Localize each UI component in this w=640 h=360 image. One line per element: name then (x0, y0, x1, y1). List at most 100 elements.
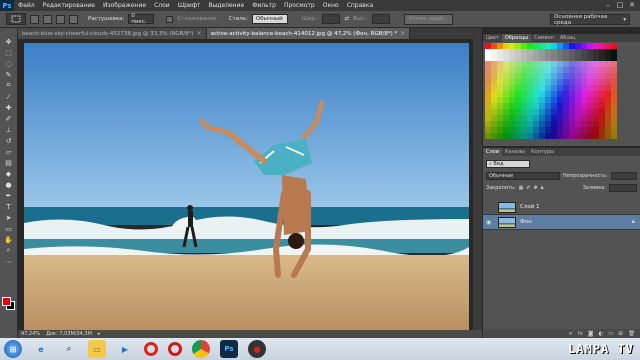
swatch-grid[interactable] (485, 43, 617, 143)
blend-mode-value: Обычные (489, 173, 514, 179)
menu-edit[interactable]: Редактирование (39, 2, 99, 9)
refine-edge-button[interactable]: Уточн. край... (403, 13, 454, 25)
more-tools-icon[interactable]: ⋯ (2, 256, 16, 267)
menu-type[interactable]: Шрифт (174, 2, 205, 9)
close-icon[interactable]: × (400, 30, 405, 37)
add-selection-button[interactable] (43, 14, 52, 24)
width-input[interactable] (322, 14, 341, 24)
menu-view[interactable]: Просмотр (280, 2, 319, 9)
status-menu-icon[interactable]: ▸ (98, 331, 101, 337)
tab-paragraph[interactable]: Абзац (557, 34, 579, 42)
opacity-input[interactable] (610, 172, 637, 180)
tab-channels[interactable]: Каналы (502, 148, 528, 156)
menu-image[interactable]: Изображение (99, 2, 150, 9)
eye-icon[interactable]: ◉ (486, 219, 494, 226)
layer-item-layer1[interactable]: Слой 1 (483, 200, 640, 215)
foreground-color-swatch[interactable] (2, 297, 11, 306)
menu-filter[interactable]: Фильтр (248, 2, 280, 9)
photoshop-taskbar-icon[interactable]: Ps (220, 340, 238, 358)
minimize-icon[interactable]: – (602, 0, 614, 10)
type-tool-icon[interactable]: T (2, 201, 16, 212)
lock-move-icon[interactable]: ✥ (534, 185, 538, 191)
canvas-area[interactable] (18, 39, 482, 330)
adjustment-layer-icon[interactable]: ◐ (598, 331, 603, 337)
recorder-icon[interactable]: ● (248, 340, 266, 358)
tab-swatches[interactable]: Образцы (501, 34, 532, 42)
close-icon[interactable]: × (197, 30, 202, 37)
chrome-icon[interactable] (192, 340, 210, 358)
color-swatch[interactable] (611, 133, 617, 139)
move-tool-icon[interactable]: ✥ (2, 36, 16, 47)
marquee-icon (11, 15, 21, 23)
close-icon[interactable]: ✕ (626, 0, 638, 10)
tab-character[interactable]: Символ (531, 34, 557, 42)
opera-icon[interactable] (144, 342, 158, 356)
tool-preset-picker[interactable] (6, 13, 26, 25)
link-layers-icon[interactable]: ∞ (568, 331, 573, 337)
tab-paths[interactable]: Контуры (528, 148, 557, 156)
menu-help[interactable]: Справка (343, 2, 377, 9)
style-select[interactable]: Обычный (251, 14, 288, 24)
layers-panel: Слои Каналы Контуры ⌕ Вид Обычные Непроз… (482, 148, 640, 338)
new-selection-button[interactable] (30, 14, 39, 24)
antialias-checkbox[interactable] (166, 15, 174, 23)
document-size: Док: 7,03M/34,3M (46, 331, 92, 337)
eyedropper-tool-icon[interactable]: ⁄ (2, 91, 16, 102)
layer-style-icon[interactable]: fx (578, 331, 583, 337)
doc-tab-1[interactable]: beach-blue-sky-cheerful-clouds-452738.jp… (18, 28, 207, 39)
lock-brush-icon[interactable]: ✐ (526, 185, 530, 191)
panel-collapse-strip[interactable] (473, 28, 482, 338)
marquee-tool-icon[interactable]: ⬚ (2, 47, 16, 58)
blend-mode-select[interactable]: Обычные (486, 172, 560, 180)
path-select-tool-icon[interactable]: ➤ (2, 212, 16, 223)
gradient-tool-icon[interactable]: ▤ (2, 157, 16, 168)
workspace-select[interactable]: Основная рабочая среда ▾ (550, 14, 630, 26)
dodge-tool-icon[interactable]: ● (2, 179, 16, 190)
new-layer-icon[interactable]: ⊞ (618, 331, 623, 337)
layer-kind-select[interactable]: ⌕ Вид (486, 160, 530, 168)
start-button-icon[interactable]: ⊞ (4, 340, 22, 358)
add-mask-icon[interactable]: ◙ (588, 331, 593, 337)
media-player-icon[interactable]: ▶ (116, 340, 134, 358)
ie-icon[interactable]: e (32, 340, 50, 358)
trash-icon[interactable]: 🗑︎ (628, 331, 635, 337)
maximize-icon[interactable]: □ (614, 0, 626, 10)
layer-item-background[interactable]: ◉ Фон 🔒︎ (483, 215, 640, 230)
layers-footer: ∞ fx ◙ ◐ ▭ ⊞ 🗑︎ (483, 329, 640, 338)
quick-select-tool-icon[interactable]: ✎ (2, 69, 16, 80)
feather-input[interactable]: 0 пикс. (128, 13, 155, 25)
lasso-tool-icon[interactable]: ◌ (2, 58, 16, 69)
swap-icon[interactable]: ⇄ (344, 16, 349, 22)
folder-icon[interactable]: ▭ (88, 340, 106, 358)
lock-pixels-icon[interactable]: ▦ (519, 185, 524, 191)
pen-tool-icon[interactable]: ✒ (2, 190, 16, 201)
zoom-tool-icon[interactable]: ⌕ (2, 245, 16, 256)
document-image[interactable] (24, 43, 469, 330)
clone-stamp-tool-icon[interactable]: ⊥ (2, 124, 16, 135)
blur-tool-icon[interactable]: ◆ (2, 168, 16, 179)
brush-tool-icon[interactable]: ✐ (2, 113, 16, 124)
tab-layers[interactable]: Слои (483, 148, 502, 156)
doc-tab-2[interactable]: active-activity-balance-beach-414012.jpg… (206, 28, 411, 39)
menu-window[interactable]: Окно (319, 2, 343, 9)
tab-color[interactable]: Цвет (483, 34, 502, 42)
zoom-level[interactable]: 47,24% (21, 331, 40, 337)
new-group-icon[interactable]: ▭ (608, 331, 613, 337)
height-input[interactable] (371, 14, 390, 24)
eraser-tool-icon[interactable]: ▱ (2, 146, 16, 157)
menu-file[interactable]: Файл (14, 2, 39, 9)
menu-select[interactable]: Выделение (204, 2, 248, 9)
search-icon[interactable]: ⌕ (60, 340, 78, 358)
shape-tool-icon[interactable]: ▭ (2, 223, 16, 234)
subtract-selection-button[interactable] (56, 14, 65, 24)
opera-icon-2[interactable] (168, 342, 182, 356)
hand-tool-icon[interactable]: ✋ (2, 234, 16, 245)
menu-layers[interactable]: Слои (150, 2, 174, 9)
history-brush-tool-icon[interactable]: ↺ (2, 135, 16, 146)
intersect-selection-button[interactable] (69, 14, 78, 24)
healing-brush-tool-icon[interactable]: ✚ (2, 102, 16, 113)
lock-all-icon[interactable]: 🔒︎ (541, 185, 544, 191)
beach-handstand-photo (24, 43, 469, 330)
crop-tool-icon[interactable]: ⌗ (2, 80, 16, 91)
fill-input[interactable] (609, 184, 637, 192)
